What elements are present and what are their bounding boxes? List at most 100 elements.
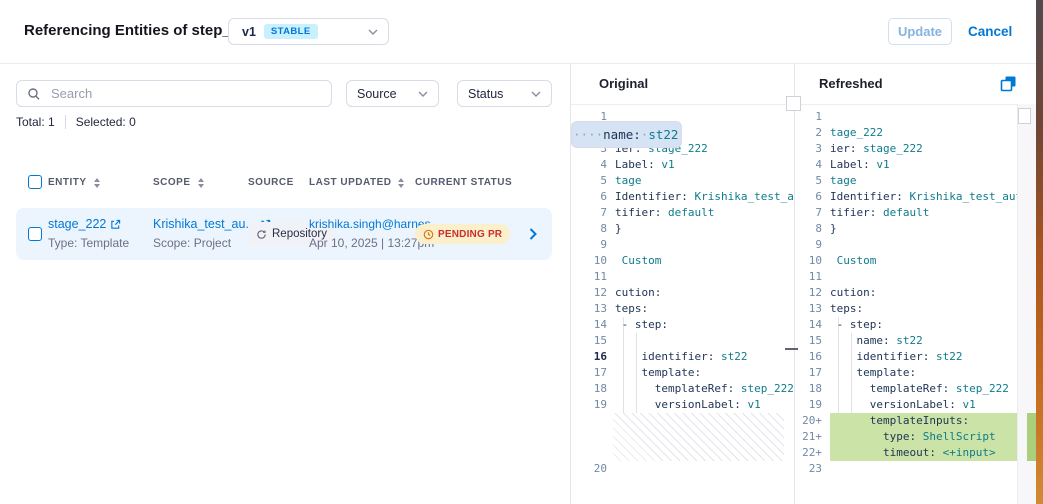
code-line: 23 [794,461,1017,477]
clock-icon [423,229,434,240]
page-edge-strip [1036,0,1043,504]
line-number: 6 [794,189,830,205]
repository-icon [256,229,267,240]
line-number: 8 [571,221,615,237]
code-line: 4Label: v1 [794,157,1017,173]
source-filter-dropdown[interactable]: Source [346,80,439,107]
code-line: 8} [794,221,1017,237]
diff-body: 12tage_2223ier: stage_2224Label: v15tage… [571,104,1036,504]
status-filter-dropdown[interactable]: Status [457,80,552,107]
line-number: 5 [794,173,830,189]
line-number: 7 [794,205,830,221]
line-number: 10 [571,253,615,269]
code-line: 3ier: stage_222 [794,141,1017,157]
code-line: 9 [571,237,794,253]
status-badge: PENDING PR [415,224,510,244]
column-header-current-status: CURRENT STATUS [415,177,512,188]
results-summary: Total: 1 Selected: 0 [16,115,136,129]
chevron-right-icon[interactable] [529,228,537,240]
code-line: 1 [794,109,1017,125]
code-line: 9 [794,237,1017,253]
line-number: 15 [794,333,830,349]
code-line: 17 template: [571,365,794,381]
code-line: 7tifier: default [794,205,1017,221]
code-line: 11 [571,269,794,285]
status-badge-label: PENDING PR [438,229,502,240]
summary-divider [65,115,66,129]
line-number: 18 [571,381,615,397]
sort-icon[interactable] [398,178,404,188]
column-header-entity[interactable]: ENTITY [48,177,100,188]
code-line: 18 templateRef: step_222 [571,381,794,397]
selected-count: Selected: 0 [76,115,136,129]
line-number: 15 [571,333,615,349]
code-line: 15····name:·st22 [571,333,794,349]
update-button[interactable]: Update [888,18,952,45]
line-number: 10 [794,253,830,269]
diff-panel: Original Refreshed 12tage_2223ier: stage… [570,63,1036,504]
code-line: 6Identifier: Krishika_test_aut [571,189,794,205]
code-line: 20 [571,461,794,477]
chevron-down-icon [368,29,378,35]
code-line: 14 - step: [794,317,1017,333]
line-number: 6 [571,189,615,205]
line-number: 8 [794,221,830,237]
sort-icon[interactable] [198,178,204,188]
line-number: 11 [794,269,830,285]
line-number: 20 [571,461,615,477]
column-header-source: SOURCE [248,177,294,188]
cancel-button[interactable]: Cancel [962,18,1018,45]
code-line: 12cution: [571,285,794,301]
line-number: 2 [794,125,830,141]
line-number: 4 [794,157,830,173]
row-checkbox[interactable] [28,227,42,241]
line-number: 19 [794,397,830,413]
code-line: 19 versionLabel: v1 [794,397,1017,413]
code-line: 18 templateRef: step_222 [794,381,1017,397]
version-selector[interactable]: v1 STABLE [228,18,389,45]
search-box [16,80,332,107]
sort-icon[interactable] [94,178,100,188]
select-all-checkbox[interactable] [28,175,42,189]
entity-type: Type: Template [48,236,129,250]
chevron-down-icon [418,91,428,97]
refreshed-code-pane[interactable]: 12tage_2223ier: stage_2224Label: v15tage… [794,104,1017,504]
line-number: 17 [794,365,830,381]
line-number: 13 [794,301,830,317]
refreshed-scrollbar-thumb[interactable] [1018,108,1031,124]
diff-header: Original Refreshed [571,63,1036,105]
line-number: 12 [794,285,830,301]
search-input[interactable] [49,85,321,102]
line-number: 23 [794,461,830,477]
code-line: 10 Custom [571,253,794,269]
line-number: 9 [794,237,830,253]
code-line: 15 name: st22 [794,333,1017,349]
original-scrollbar-thumb[interactable] [786,96,801,111]
table-row[interactable]: stage_222 Type: Template Krishika_test_a… [16,208,552,260]
code-line: 4Label: v1 [571,157,794,173]
external-link-icon [110,219,121,230]
source-filter-label: Source [357,87,397,101]
code-line: 5tage [571,173,794,189]
line-number: 16 [794,349,830,365]
line-number: 20+ [794,413,830,429]
code-line: 14 - step: [571,317,794,333]
line-number: 14 [571,317,615,333]
original-code-pane[interactable]: 12tage_2223ier: stage_2224Label: v15tage… [571,104,794,504]
code-line: 12cution: [794,285,1017,301]
line-number: 5 [571,173,615,189]
column-header-scope[interactable]: SCOPE [153,177,204,188]
refreshed-title: Refreshed [819,76,883,91]
page-title: Referencing Entities of step_222 [24,22,256,39]
entity-link[interactable]: stage_222 [48,217,121,231]
line-number: 9 [571,237,615,253]
code-line: 17 template: [794,365,1017,381]
code-line: 21+ type: ShellScript [794,429,1017,445]
column-header-last-updated[interactable]: LAST UPDATED [309,177,404,188]
referencing-entities-modal: Referencing Entities of step_222 v1 STAB… [0,0,1043,504]
code-line: 5tage [794,173,1017,189]
copy-icon[interactable] [1000,75,1017,92]
line-number: 17 [571,365,615,381]
code-line: 13teps: [794,301,1017,317]
code-line: 6Identifier: Krishika_test_aut [794,189,1017,205]
